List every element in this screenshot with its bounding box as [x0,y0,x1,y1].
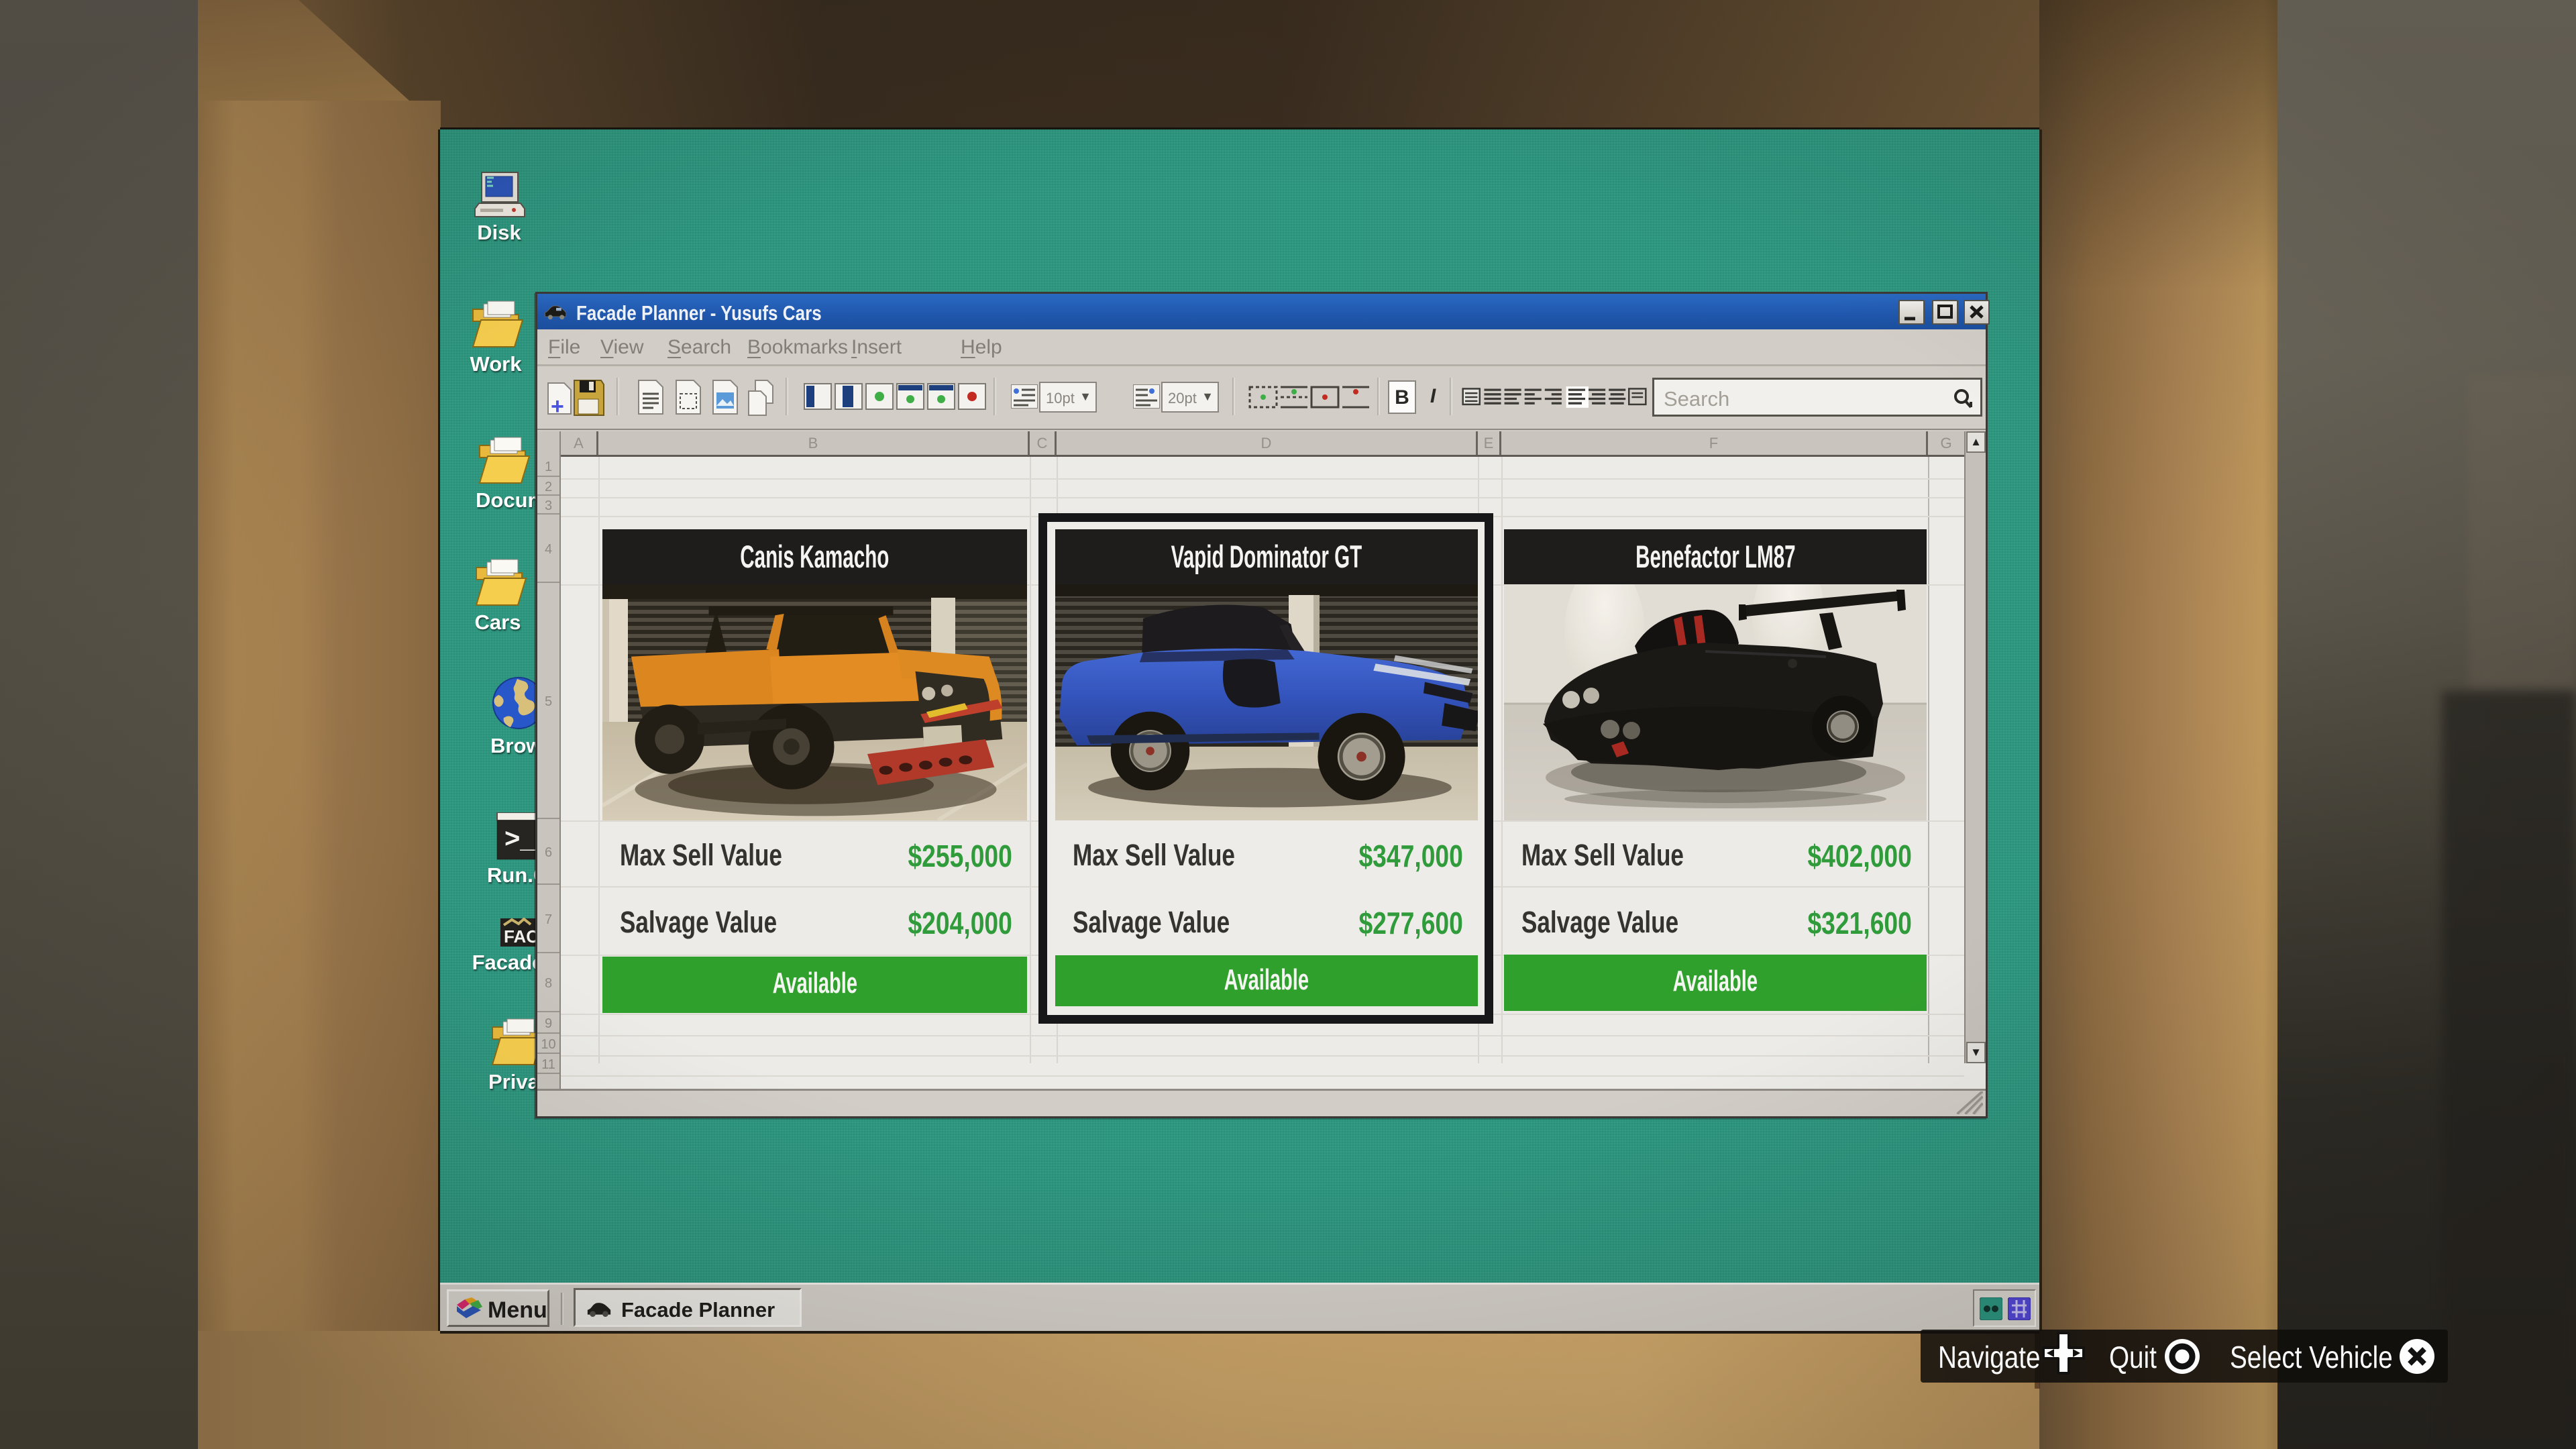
svg-text:>_: >_ [504,824,535,853]
svg-text:FAC: FAC [504,926,539,947]
svg-text:+: + [551,394,564,418]
